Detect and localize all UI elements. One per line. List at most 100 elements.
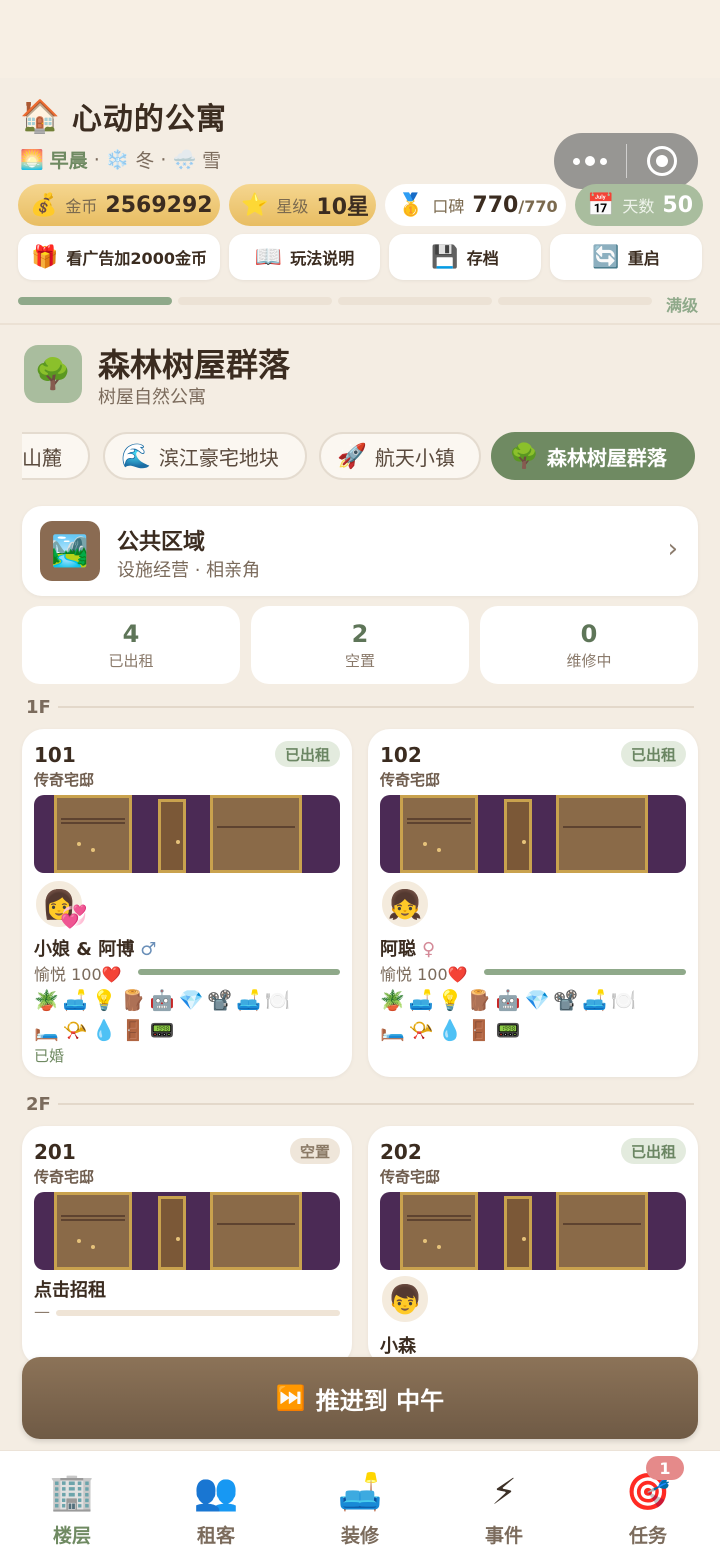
restart-button[interactable]: 🔄 重启 bbox=[550, 234, 702, 280]
star-stat: ⭐ 星级 10星 bbox=[229, 184, 376, 226]
room-card-201[interactable]: 201 传奇宅邸 空置 点击招租 — bbox=[22, 1126, 352, 1366]
target-icon: 🎯 bbox=[625, 1472, 671, 1513]
close-app-button[interactable] bbox=[627, 133, 699, 189]
fast-forward-icon: ⏭️ bbox=[275, 1384, 306, 1412]
cabinet bbox=[210, 795, 302, 873]
avatar: 👦 bbox=[380, 1274, 430, 1324]
door bbox=[504, 799, 532, 873]
empty-mood-bar bbox=[56, 1310, 340, 1316]
sunrise-icon: 🌅 bbox=[20, 149, 44, 171]
cabinet bbox=[556, 795, 648, 873]
room-type: 传奇宅邸 bbox=[34, 771, 95, 789]
floppy-disk-icon: 💾 bbox=[431, 244, 459, 270]
tab-decorate[interactable]: 🛋️ 装修 bbox=[300, 1471, 420, 1548]
level-progress-segment-3 bbox=[338, 297, 492, 305]
floor-divider bbox=[58, 706, 694, 708]
status-bar-area bbox=[0, 0, 720, 78]
reputation-stat: 🥇 口碑 770/770 bbox=[385, 184, 566, 226]
room-card-102[interactable]: 102 传奇宅邸 已出租 👧 阿聪 ♀ 愉悦 100❤️ 🪴🛋️💡🪵🤖💎📽️🛋️🍽… bbox=[368, 729, 698, 1077]
reputation-label: 口碑 bbox=[432, 197, 465, 216]
mini-program-capsule bbox=[554, 133, 698, 189]
watch-ad-button[interactable]: 🎁 看广告加2000金币 bbox=[18, 234, 220, 280]
marital-status: 已婚 bbox=[34, 1047, 65, 1065]
advance-label: 推进到 中午 bbox=[315, 1386, 445, 1415]
vacant-count: 2 bbox=[351, 620, 369, 648]
tree-icon: 🌳 bbox=[24, 345, 82, 403]
tree-icon: 🌳 bbox=[509, 442, 539, 470]
tab-space-town[interactable]: 🚀 航天小镇 bbox=[319, 432, 481, 480]
mood-row: 愉悦 100❤️ bbox=[380, 965, 468, 984]
sofa-icon: 🛋️ bbox=[337, 1472, 383, 1513]
recruit-tenant-link[interactable]: 点击招租 bbox=[34, 1276, 106, 1302]
repair-count-card: 0 维修中 bbox=[480, 606, 698, 684]
room-number: 102 bbox=[380, 743, 422, 767]
header-divider bbox=[0, 323, 720, 325]
heart-icon: ❤️ bbox=[101, 965, 122, 984]
level-progress-segment-1 bbox=[18, 297, 172, 305]
time-period: 早晨 bbox=[49, 150, 88, 172]
floor-label-2f: 2F bbox=[26, 1094, 51, 1115]
door bbox=[504, 1196, 532, 1270]
people-icon: 👥 bbox=[193, 1472, 239, 1513]
status-badge: 已出租 bbox=[620, 741, 686, 767]
gold-value: 2569292 bbox=[105, 192, 213, 218]
tab-tasks[interactable]: 🎯 任务 bbox=[588, 1471, 708, 1548]
heart-icon: ❤️ bbox=[447, 965, 468, 984]
tab-floors[interactable]: 🏢 楼层 bbox=[12, 1471, 132, 1548]
tab-mountain[interactable]: 山麓 bbox=[22, 432, 90, 480]
public-area-title: 公共区域 bbox=[117, 530, 206, 555]
tab-label: 租客 bbox=[196, 1525, 235, 1547]
furniture-icons: 🪴🛋️💡🪵🤖💎📽️🛋️🍽️ 🛏️📯💧🚪📟 bbox=[34, 988, 295, 1042]
tenant-name: 小森 bbox=[380, 1336, 416, 1357]
wardrobe bbox=[400, 795, 478, 873]
refresh-icon: 🔄 bbox=[592, 244, 620, 270]
room-interior-illustration bbox=[34, 1192, 340, 1270]
calendar-icon: 📅 bbox=[587, 192, 615, 218]
money-bag-icon: 💰 bbox=[30, 192, 58, 218]
room-card-101[interactable]: 101 传奇宅邸 已出租 👩 💞 小娘 & 阿博 ♂ 愉悦 100❤️ 🪴🛋️💡🪵… bbox=[22, 729, 352, 1077]
tab-events[interactable]: ⚡ 事件 bbox=[444, 1471, 564, 1548]
landscape-picture-icon: 🏞️ bbox=[40, 521, 100, 581]
weather-label: 雪 bbox=[202, 150, 222, 172]
tab-label: 事件 bbox=[484, 1525, 523, 1547]
public-area-card[interactable]: 🏞️ 公共区域 设施经营 · 相亲角 › bbox=[22, 506, 698, 596]
advance-time-button[interactable]: ⏭️ 推进到 中午 bbox=[22, 1357, 698, 1439]
rented-count: 4 bbox=[122, 620, 140, 648]
separator: · bbox=[160, 148, 167, 171]
mood-row: 愉悦 100❤️ bbox=[34, 965, 122, 984]
room-card-202[interactable]: 202 传奇宅邸 已出租 👦 小森 bbox=[368, 1126, 698, 1366]
tab-riverside[interactable]: 🌊 滨江豪宅地块 bbox=[103, 432, 307, 480]
gold-label: 金币 bbox=[65, 197, 98, 216]
wardrobe bbox=[400, 1192, 478, 1270]
snow-cloud-icon: 🌨️ bbox=[172, 149, 197, 171]
exit-circle-icon bbox=[647, 146, 678, 176]
mood-bar bbox=[484, 969, 686, 975]
more-menu-button[interactable] bbox=[554, 133, 626, 189]
door bbox=[158, 1196, 186, 1270]
wardrobe bbox=[54, 1192, 132, 1270]
tab-tenants[interactable]: 👥 租客 bbox=[156, 1471, 276, 1548]
save-button[interactable]: 💾 存档 bbox=[389, 234, 541, 280]
empty-dash: — bbox=[34, 1302, 50, 1321]
room-interior-illustration bbox=[34, 795, 340, 873]
room-type: 传奇宅邸 bbox=[380, 771, 441, 789]
page-title: 心动的公寓 bbox=[71, 102, 227, 137]
vacant-label: 空置 bbox=[344, 652, 375, 670]
reputation-max: /770 bbox=[518, 196, 558, 216]
restart-label: 重启 bbox=[627, 249, 660, 268]
max-level-label: 满级 bbox=[666, 296, 699, 315]
tab-forest-treehouse[interactable]: 🌳 森林树屋群落 bbox=[491, 432, 695, 480]
guide-button[interactable]: 📖 玩法说明 bbox=[229, 234, 380, 280]
repair-label: 维修中 bbox=[566, 652, 612, 670]
floor-label-1f: 1F bbox=[26, 697, 51, 718]
couple-hearts-icon: 💞 bbox=[60, 905, 88, 930]
public-area-subtitle: 设施经营 · 相亲角 bbox=[117, 560, 261, 581]
building-icon: 🏢 bbox=[49, 1472, 95, 1513]
star-icon: ⭐ bbox=[241, 192, 269, 218]
wardrobe bbox=[54, 795, 132, 873]
cabinet bbox=[210, 1192, 302, 1270]
rented-label: 已出租 bbox=[108, 652, 154, 670]
repair-count: 0 bbox=[580, 620, 598, 648]
separator: · bbox=[93, 148, 100, 171]
task-notification-badge: 1 bbox=[646, 1456, 684, 1480]
